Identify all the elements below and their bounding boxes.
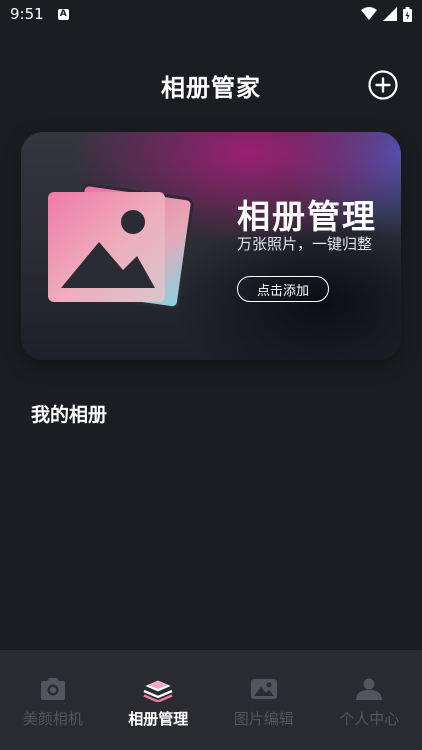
notification-icon: A (57, 8, 69, 20)
camera-icon (38, 676, 68, 702)
battery-charging-icon (403, 6, 412, 22)
nav-label: 图片编辑 (233, 710, 294, 728)
status-bar: 9:51 A (0, 0, 422, 28)
user-icon (354, 676, 384, 702)
add-button[interactable] (368, 70, 398, 100)
wifi-icon (361, 7, 377, 20)
status-left: 9:51 A (10, 5, 69, 23)
add-photos-button[interactable]: 点击添加 (237, 276, 329, 302)
photo-stack-icon (48, 183, 194, 310)
app-header: 相册管家 (0, 60, 422, 110)
nav-label: 相册管理 (128, 710, 189, 728)
nav-item-personal-center[interactable]: 个人中心 (317, 650, 422, 750)
bottom-nav: 美颜相机 相册管理 图片编辑 个人中心 (0, 650, 422, 750)
nav-label: 美颜相机 (22, 710, 83, 728)
layers-icon (143, 676, 174, 702)
banner-subtitle: 万张照片，一键归整 (237, 235, 373, 253)
album-management-banner[interactable]: 相册管理 万张照片，一键归整 点击添加 (21, 132, 401, 360)
banner-title: 相册管理 (237, 197, 377, 236)
nav-label: 个人中心 (339, 710, 400, 728)
signal-icon (383, 7, 397, 21)
nav-item-album-management[interactable]: 相册管理 (106, 650, 212, 750)
image-edit-icon (249, 676, 279, 702)
my-albums-title: 我的相册 (31, 404, 108, 426)
status-right (361, 6, 412, 22)
nav-item-beauty-camera[interactable]: 美颜相机 (0, 650, 106, 750)
page-title: 相册管家 (161, 74, 261, 102)
status-time: 9:51 (10, 5, 44, 23)
nav-item-image-edit[interactable]: 图片编辑 (211, 650, 317, 750)
